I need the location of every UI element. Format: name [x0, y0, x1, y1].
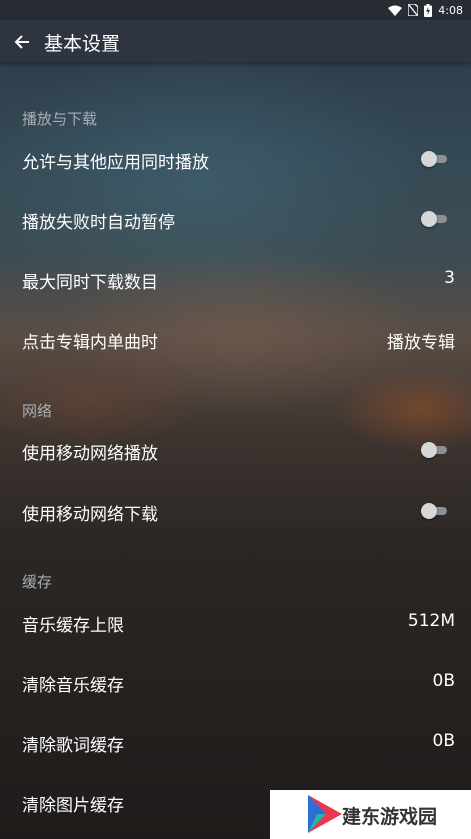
pause-on-fail-toggle[interactable]: [421, 211, 447, 227]
setting-mobile-play[interactable]: 使用移动网络播放: [0, 426, 471, 474]
status-bar: 4:08: [0, 0, 471, 20]
no-sim-icon: [408, 4, 419, 16]
setting-value: 0B: [432, 731, 455, 751]
battery-charging-icon: [424, 3, 433, 17]
setting-pause-on-fail[interactable]: 播放失败时自动暂停: [0, 195, 471, 243]
section-title-network: 网络: [22, 402, 53, 420]
setting-label: 使用移动网络播放: [22, 444, 158, 464]
setting-value: 3: [444, 268, 455, 288]
app-bar: 基本设置: [0, 20, 471, 62]
setting-label: 清除歌词缓存: [22, 736, 124, 756]
setting-label: 清除音乐缓存: [22, 676, 124, 696]
setting-clear-lyrics[interactable]: 清除歌词缓存 0B: [0, 718, 471, 766]
setting-music-cache-limit[interactable]: 音乐缓存上限 512M: [0, 598, 471, 646]
status-time: 4:08: [438, 3, 463, 17]
setting-album-click[interactable]: 点击专辑内单曲时 播放专辑: [0, 315, 471, 363]
setting-max-downloads[interactable]: 最大同时下载数目 3: [0, 255, 471, 303]
setting-label: 点击专辑内单曲时: [22, 333, 158, 353]
allow-mix-toggle[interactable]: [421, 151, 447, 167]
setting-label: 音乐缓存上限: [22, 616, 124, 636]
setting-value: 512M: [407, 611, 455, 631]
arrow-back-icon: [14, 35, 29, 49]
watermark: 建东游戏园: [270, 790, 471, 839]
setting-mobile-download[interactable]: 使用移动网络下载: [0, 487, 471, 535]
setting-label: 播放失败时自动暂停: [22, 213, 175, 233]
mobile-download-toggle[interactable]: [421, 503, 447, 519]
section-title-cache: 缓存: [22, 573, 53, 591]
mobile-play-toggle[interactable]: [421, 442, 447, 458]
setting-value: 0B: [432, 671, 455, 691]
section-title-playback: 播放与下载: [22, 110, 98, 128]
setting-label: 允许与其他应用同时播放: [22, 153, 209, 173]
setting-allow-mix[interactable]: 允许与其他应用同时播放: [0, 135, 471, 183]
watermark-text: 建东游戏园: [342, 806, 438, 828]
wifi-icon: [388, 5, 403, 16]
setting-clear-music[interactable]: 清除音乐缓存 0B: [0, 658, 471, 706]
setting-label: 清除图片缓存: [22, 796, 124, 816]
setting-label: 最大同时下载数目: [22, 273, 158, 293]
back-button[interactable]: [8, 28, 36, 56]
setting-value: 播放专辑: [387, 333, 455, 353]
watermark-logo-icon: [308, 795, 342, 833]
page-title: 基本设置: [44, 33, 121, 55]
setting-label: 使用移动网络下载: [22, 505, 158, 525]
